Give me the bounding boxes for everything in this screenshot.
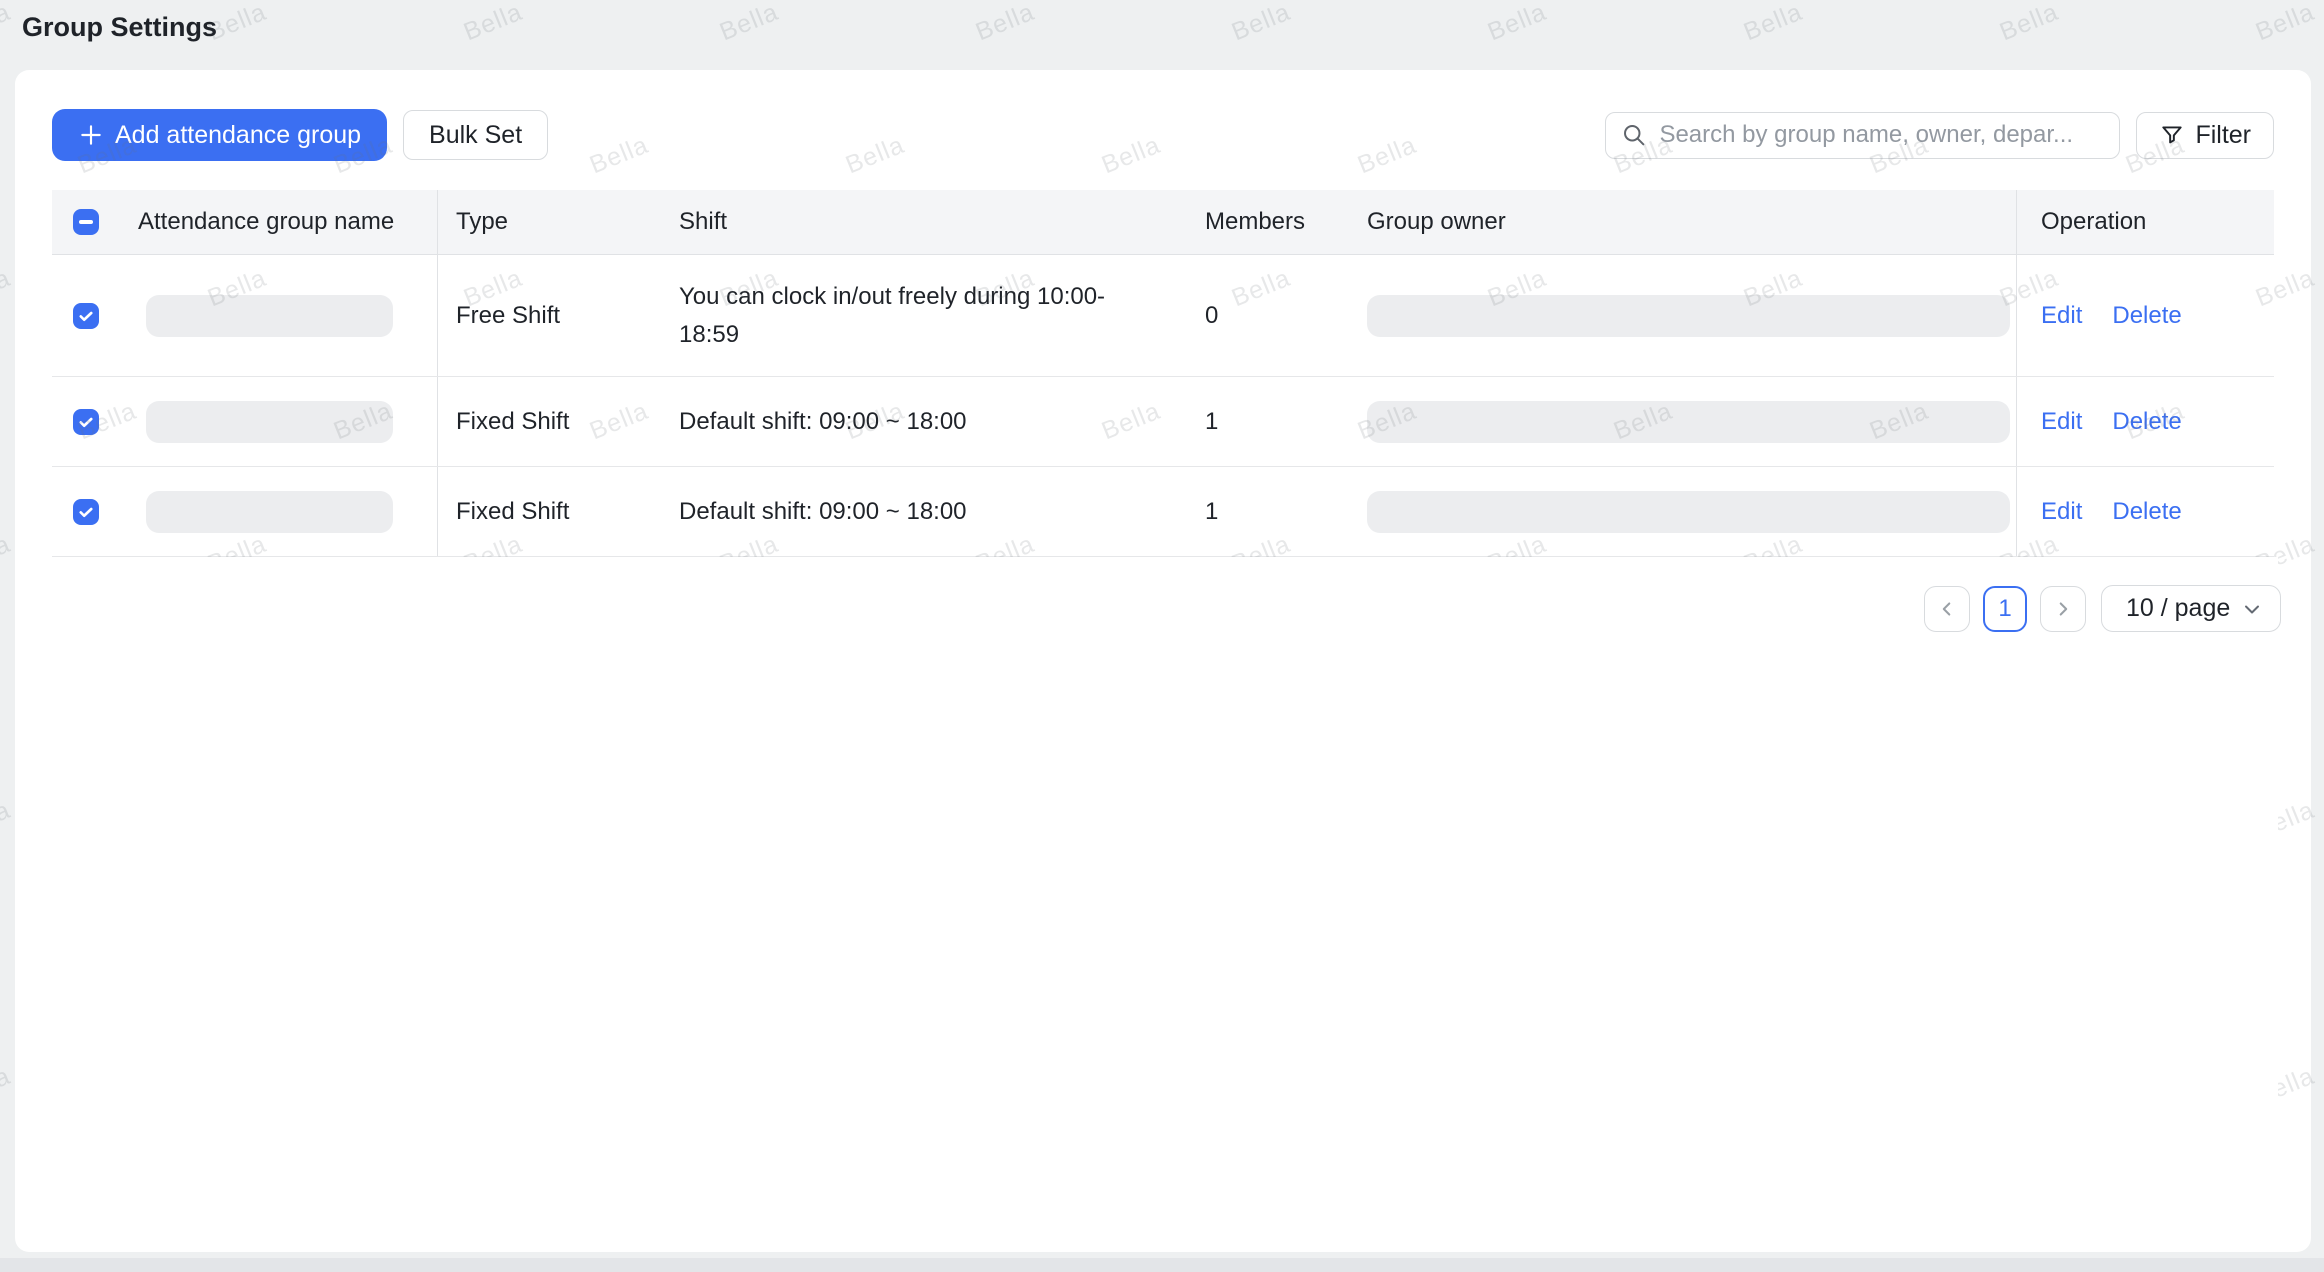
shift-cell: Default shift: 09:00 ~ 18:00	[661, 377, 1187, 466]
watermark-text: Bella	[0, 796, 15, 846]
add-attendance-group-label: Add attendance group	[115, 121, 361, 150]
select-all-checkbox-indeterminate[interactable]	[73, 209, 99, 235]
redacted-owner-placeholder	[1367, 295, 2010, 337]
watermark-text: Bella	[2278, 557, 2311, 579]
pagination: 1 10 / page	[1911, 585, 2281, 632]
table-row: Free Shift You can clock in/out freely d…	[52, 255, 2274, 377]
add-attendance-group-button[interactable]: Add attendance group	[52, 109, 387, 161]
watermark-text: Bella	[1996, 0, 2063, 47]
chevron-right-icon	[2052, 598, 2074, 620]
type-cell: Free Shift	[437, 255, 661, 376]
header-checkbox-cell	[52, 190, 120, 254]
page-size-value: 10 / page	[2126, 594, 2230, 623]
table-row: Fixed Shift Default shift: 09:00 ~ 18:00…	[52, 377, 2274, 467]
chevron-left-icon	[1936, 598, 1958, 620]
filter-label: Filter	[2195, 121, 2251, 150]
delete-link[interactable]: Delete	[2112, 302, 2181, 330]
group-name-cell	[120, 467, 437, 556]
redacted-name-placeholder	[146, 295, 393, 337]
page-background: { "page": { "title": "Group Settings", "…	[0, 0, 2324, 1272]
redacted-owner-placeholder	[1367, 491, 2010, 533]
row-checkbox-checked[interactable]	[73, 303, 99, 329]
members-cell: 0	[1187, 255, 1349, 376]
watermark-text: Bella	[1740, 0, 1807, 47]
delete-link[interactable]: Delete	[2112, 498, 2181, 526]
group-settings-card: Add attendance group Bulk Set Filter Att…	[15, 70, 2311, 1252]
shift-text: Default shift: 09:00 ~ 18:00	[679, 493, 967, 531]
shift-text: You can clock in/out freely during 10:00…	[679, 278, 1161, 354]
check-icon	[77, 307, 95, 325]
redacted-name-placeholder	[146, 491, 393, 533]
watermark-text: Bella	[716, 0, 783, 47]
watermark-text: Bella	[0, 264, 15, 314]
watermark-layer-card-edge: BellaBellaBellaBellaBellaBellaBellaBella…	[2278, 557, 2311, 1230]
search-input[interactable]	[1659, 121, 2105, 149]
members-cell: 1	[1187, 377, 1349, 466]
next-page-button[interactable]	[2040, 586, 2086, 632]
row-checkbox-cell	[52, 467, 120, 556]
bulk-set-label: Bulk Set	[429, 121, 522, 150]
column-header-name: Attendance group name	[120, 190, 437, 254]
redacted-name-placeholder	[146, 401, 393, 443]
row-checkbox-cell	[52, 255, 120, 376]
row-checkbox-checked[interactable]	[73, 499, 99, 525]
operation-cell: Edit Delete	[2016, 467, 2274, 556]
toolbar: Add attendance group Bulk Set Filter	[52, 109, 2274, 161]
column-header-shift: Shift	[661, 190, 1187, 254]
watermark-text: Bella	[2252, 0, 2319, 47]
owner-cell	[1349, 377, 2016, 466]
operation-cell: Edit Delete	[2016, 255, 2274, 376]
shift-text: Default shift: 09:00 ~ 18:00	[679, 403, 967, 441]
column-header-members: Members	[1187, 190, 1349, 254]
watermark-text: Bella	[1484, 0, 1551, 47]
search-icon	[1620, 121, 1648, 149]
owner-cell	[1349, 255, 2016, 376]
watermark-text: Bella	[1228, 0, 1295, 47]
group-name-cell	[120, 255, 437, 376]
shift-cell: Default shift: 09:00 ~ 18:00	[661, 467, 1187, 556]
column-header-type: Type	[437, 190, 661, 254]
table-header-row: Attendance group name Type Shift Members…	[52, 190, 2274, 255]
watermark-text: Bella	[2278, 796, 2311, 846]
prev-page-button[interactable]	[1924, 586, 1970, 632]
edit-link[interactable]: Edit	[2041, 302, 2082, 330]
row-checkbox-cell	[52, 377, 120, 466]
page-1-button[interactable]: 1	[1983, 586, 2027, 632]
filter-funnel-icon	[2159, 122, 2185, 148]
watermark-text: Bella	[0, 530, 15, 580]
column-header-operation: Operation	[2016, 190, 2274, 254]
check-icon	[77, 503, 95, 521]
type-cell: Fixed Shift	[437, 377, 661, 466]
row-checkbox-checked[interactable]	[73, 409, 99, 435]
check-icon	[77, 413, 95, 431]
search-box[interactable]	[1605, 112, 2120, 159]
owner-cell	[1349, 467, 2016, 556]
attendance-groups-table: Attendance group name Type Shift Members…	[52, 190, 2274, 557]
type-cell: Fixed Shift	[437, 467, 661, 556]
page-title: Group Settings	[22, 12, 217, 43]
plus-icon	[78, 122, 104, 148]
group-name-cell	[120, 377, 437, 466]
chevron-down-icon	[2240, 597, 2264, 621]
delete-link[interactable]: Delete	[2112, 408, 2181, 436]
shift-cell: You can clock in/out freely during 10:00…	[661, 255, 1187, 376]
watermark-text: Bella	[460, 0, 527, 47]
watermark-text: Bella	[0, 1062, 15, 1112]
members-cell: 1	[1187, 467, 1349, 556]
filter-button[interactable]: Filter	[2136, 112, 2274, 159]
watermark-text: Bella	[972, 0, 1039, 47]
bulk-set-button[interactable]: Bulk Set	[403, 110, 548, 160]
indeterminate-mark-icon	[79, 220, 93, 224]
table-row: Fixed Shift Default shift: 09:00 ~ 18:00…	[52, 467, 2274, 557]
redacted-owner-placeholder	[1367, 401, 2010, 443]
page-bottom-strip	[0, 1258, 2324, 1272]
watermark-text: Bella	[2278, 1062, 2311, 1112]
edit-link[interactable]: Edit	[2041, 408, 2082, 436]
operation-cell: Edit Delete	[2016, 377, 2274, 466]
page-size-select[interactable]: 10 / page	[2101, 585, 2281, 632]
watermark-text: Bella	[0, 0, 15, 47]
column-header-owner: Group owner	[1349, 190, 2016, 254]
edit-link[interactable]: Edit	[2041, 498, 2082, 526]
